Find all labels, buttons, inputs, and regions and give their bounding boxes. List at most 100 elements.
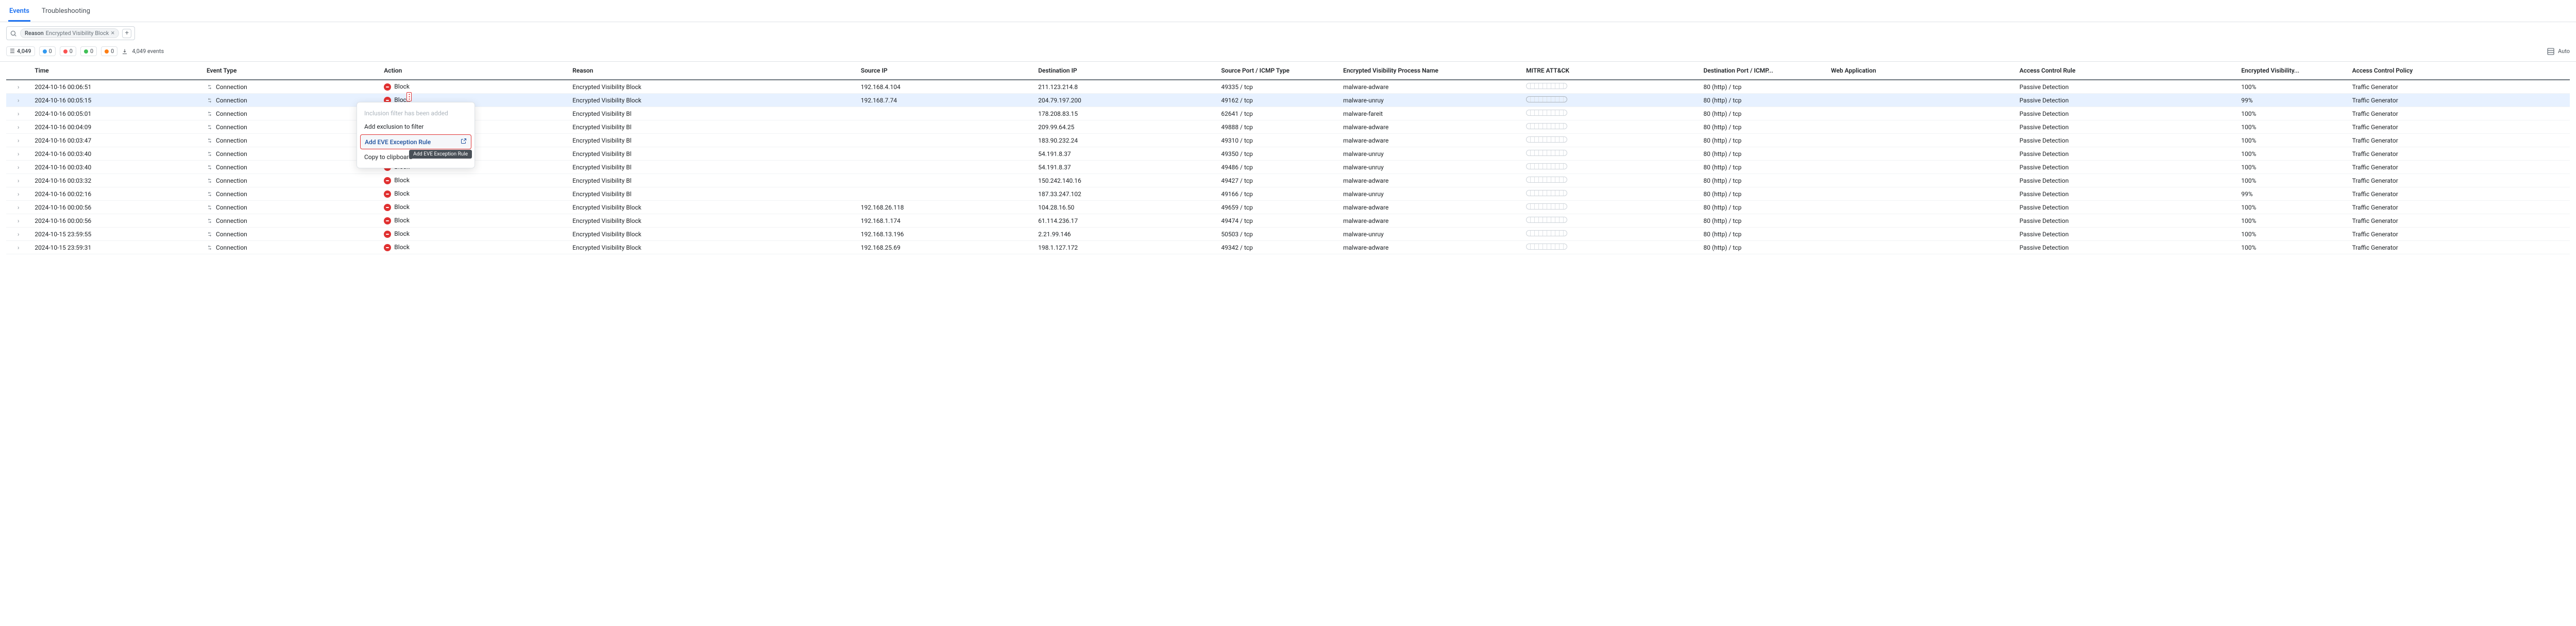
cell-mitre [1522,174,1699,187]
col-web-app[interactable]: Web Application [1827,62,2015,80]
cell-ac-rule: Passive Detection [2015,161,2237,174]
expand-row-icon[interactable]: › [6,147,30,161]
expand-row-icon[interactable]: › [6,94,30,107]
cell-eve-process: malware-unruy [1339,187,1522,201]
cell-dest-ip: 150.242.140.16 [1034,174,1217,187]
cell-source-port: 49342 / tcp [1217,241,1339,254]
table-row[interactable]: ›2024-10-15 23:59:31ConnectionBlockEncry… [6,241,2570,254]
cell-time: 2024-10-16 00:00:56 [30,201,202,214]
menu-add-exclusion[interactable]: Add exclusion to filter [357,120,474,133]
cell-reason: Encrypted Visibility Block [568,80,857,94]
stat-pill-total[interactable]: ☰ 4,049 [6,46,35,56]
cell-dest-ip: 204.79.197.200 [1034,94,1217,107]
cell-dest-ip: 54.191.8.37 [1034,161,1217,174]
cell-source-ip [857,161,1034,174]
mitre-bar-icon [1526,244,1567,250]
cell-event-type: Connection [202,134,380,147]
table-row[interactable]: ›2024-10-16 00:02:16ConnectionBlockEncry… [6,187,2570,201]
cell-dest-ip: 209.99.64.25 [1034,120,1217,134]
cell-confidence: 100% [2237,241,2348,254]
connection-icon [207,204,213,211]
stat-pill-orange[interactable]: 0 [101,46,117,56]
cell-eve-process: malware-adware [1339,80,1522,94]
col-source-port[interactable]: Source Port / ICMP Type [1217,62,1339,80]
cell-event-type: Connection [202,187,380,201]
stats-bar: ☰ 4,049 0 0 0 0 4,049 events Auto [0,44,2576,61]
cell-source-ip: 192.168.13.196 [857,228,1034,241]
table-row[interactable]: ›2024-10-16 00:00:56ConnectionBlockEncry… [6,214,2570,228]
cell-source-ip [857,134,1034,147]
cell-action: Block [380,201,568,214]
col-ac-policy[interactable]: Access Control Policy [2348,62,2570,80]
cell-ac-rule: Passive Detection [2015,94,2237,107]
remove-filter-icon[interactable]: × [111,30,114,37]
col-dest-port[interactable]: Destination Port / ICMP... [1699,62,1827,80]
cell-ac-policy: Traffic Generator [2348,107,2570,120]
cell-confidence: 100% [2237,201,2348,214]
col-eve-process[interactable]: Encrypted Visibility Process Name [1339,62,1522,80]
col-ac-rule[interactable]: Access Control Rule [2015,62,2237,80]
stat-pill-blue[interactable]: 0 [39,46,56,56]
expand-row-icon[interactable]: › [6,241,30,254]
cell-source-ip: 192.168.25.69 [857,241,1034,254]
block-icon [384,244,391,251]
cell-reason: Encrypted Visibility Block [568,201,857,214]
expand-row-icon[interactable]: › [6,214,30,228]
cell-source-ip: 192.168.4.104 [857,80,1034,94]
add-filter-button[interactable]: + [122,29,131,38]
cell-eve-process: malware-adware [1339,214,1522,228]
cell-source-ip: 192.168.26.118 [857,201,1034,214]
cell-dest-ip: 187.33.247.102 [1034,187,1217,201]
cell-confidence: 100% [2237,161,2348,174]
search-input-wrap[interactable]: Reason Encrypted Visibility Block × + [6,26,135,40]
stat-pill-green[interactable]: 0 [80,46,97,56]
cell-time: 2024-10-15 23:59:55 [30,228,202,241]
expand-row-icon[interactable]: › [6,187,30,201]
tab-troubleshooting[interactable]: Troubleshooting [41,4,91,22]
expand-row-icon[interactable]: › [6,120,30,134]
col-action[interactable]: Action [380,62,568,80]
cell-source-port: 49166 / tcp [1217,187,1339,201]
table-row[interactable]: ›2024-10-16 00:03:32ConnectionBlockEncry… [6,174,2570,187]
cell-source-port: 62641 / tcp [1217,107,1339,120]
expand-row-icon[interactable]: › [6,134,30,147]
stat-pill-red[interactable]: 0 [60,46,76,56]
col-dest-ip[interactable]: Destination IP [1034,62,1217,80]
mitre-bar-icon [1526,96,1567,102]
cell-reason: Encrypted Visibility Bl [568,107,857,120]
col-reason[interactable]: Reason [568,62,857,80]
download-icon[interactable] [122,48,128,55]
expand-row-icon[interactable]: › [6,228,30,241]
expand-row-icon[interactable]: › [6,201,30,214]
menu-inclusion-added: Inclusion filter has been added [357,107,474,120]
connection-icon [207,97,213,104]
expand-row-icon[interactable]: › [6,107,30,120]
cell-ac-policy: Traffic Generator [2348,147,2570,161]
cell-ac-rule: Passive Detection [2015,187,2237,201]
tab-events[interactable]: Events [8,4,30,22]
col-enc-vis[interactable]: Encrypted Visibility... [2237,62,2348,80]
menu-add-eve-exception[interactable]: Add EVE Exception Rule [360,134,471,149]
cell-dest-port: 80 (http) / tcp [1699,161,1827,174]
auto-refresh-toggle[interactable]: Auto [2547,47,2570,56]
col-source-ip[interactable]: Source IP [857,62,1034,80]
cell-source-ip: 192.168.7.74 [857,94,1034,107]
filter-chip-reason[interactable]: Reason Encrypted Visibility Block × [20,28,119,38]
cell-ac-rule: Passive Detection [2015,214,2237,228]
row-actions-button[interactable] [406,92,412,101]
col-mitre[interactable]: MITRE ATT&CK [1522,62,1699,80]
cell-eve-process: malware-unruy [1339,94,1522,107]
cell-action: Block [380,214,568,228]
col-time[interactable]: Time [30,62,202,80]
table-row[interactable]: ›2024-10-15 23:59:55ConnectionBlockEncry… [6,228,2570,241]
expand-row-icon[interactable]: › [6,80,30,94]
expand-row-icon[interactable]: › [6,174,30,187]
col-event-type[interactable]: Event Type [202,62,380,80]
expand-row-icon[interactable]: › [6,161,30,174]
cell-web-app [1827,147,2015,161]
connection-icon [207,177,213,184]
table-row[interactable]: ›2024-10-16 00:00:56ConnectionBlockEncry… [6,201,2570,214]
cell-eve-process: malware-unruy [1339,147,1522,161]
cell-reason: Encrypted Visibility Bl [568,174,857,187]
table-row[interactable]: ›2024-10-16 00:06:51ConnectionBlockEncry… [6,80,2570,94]
